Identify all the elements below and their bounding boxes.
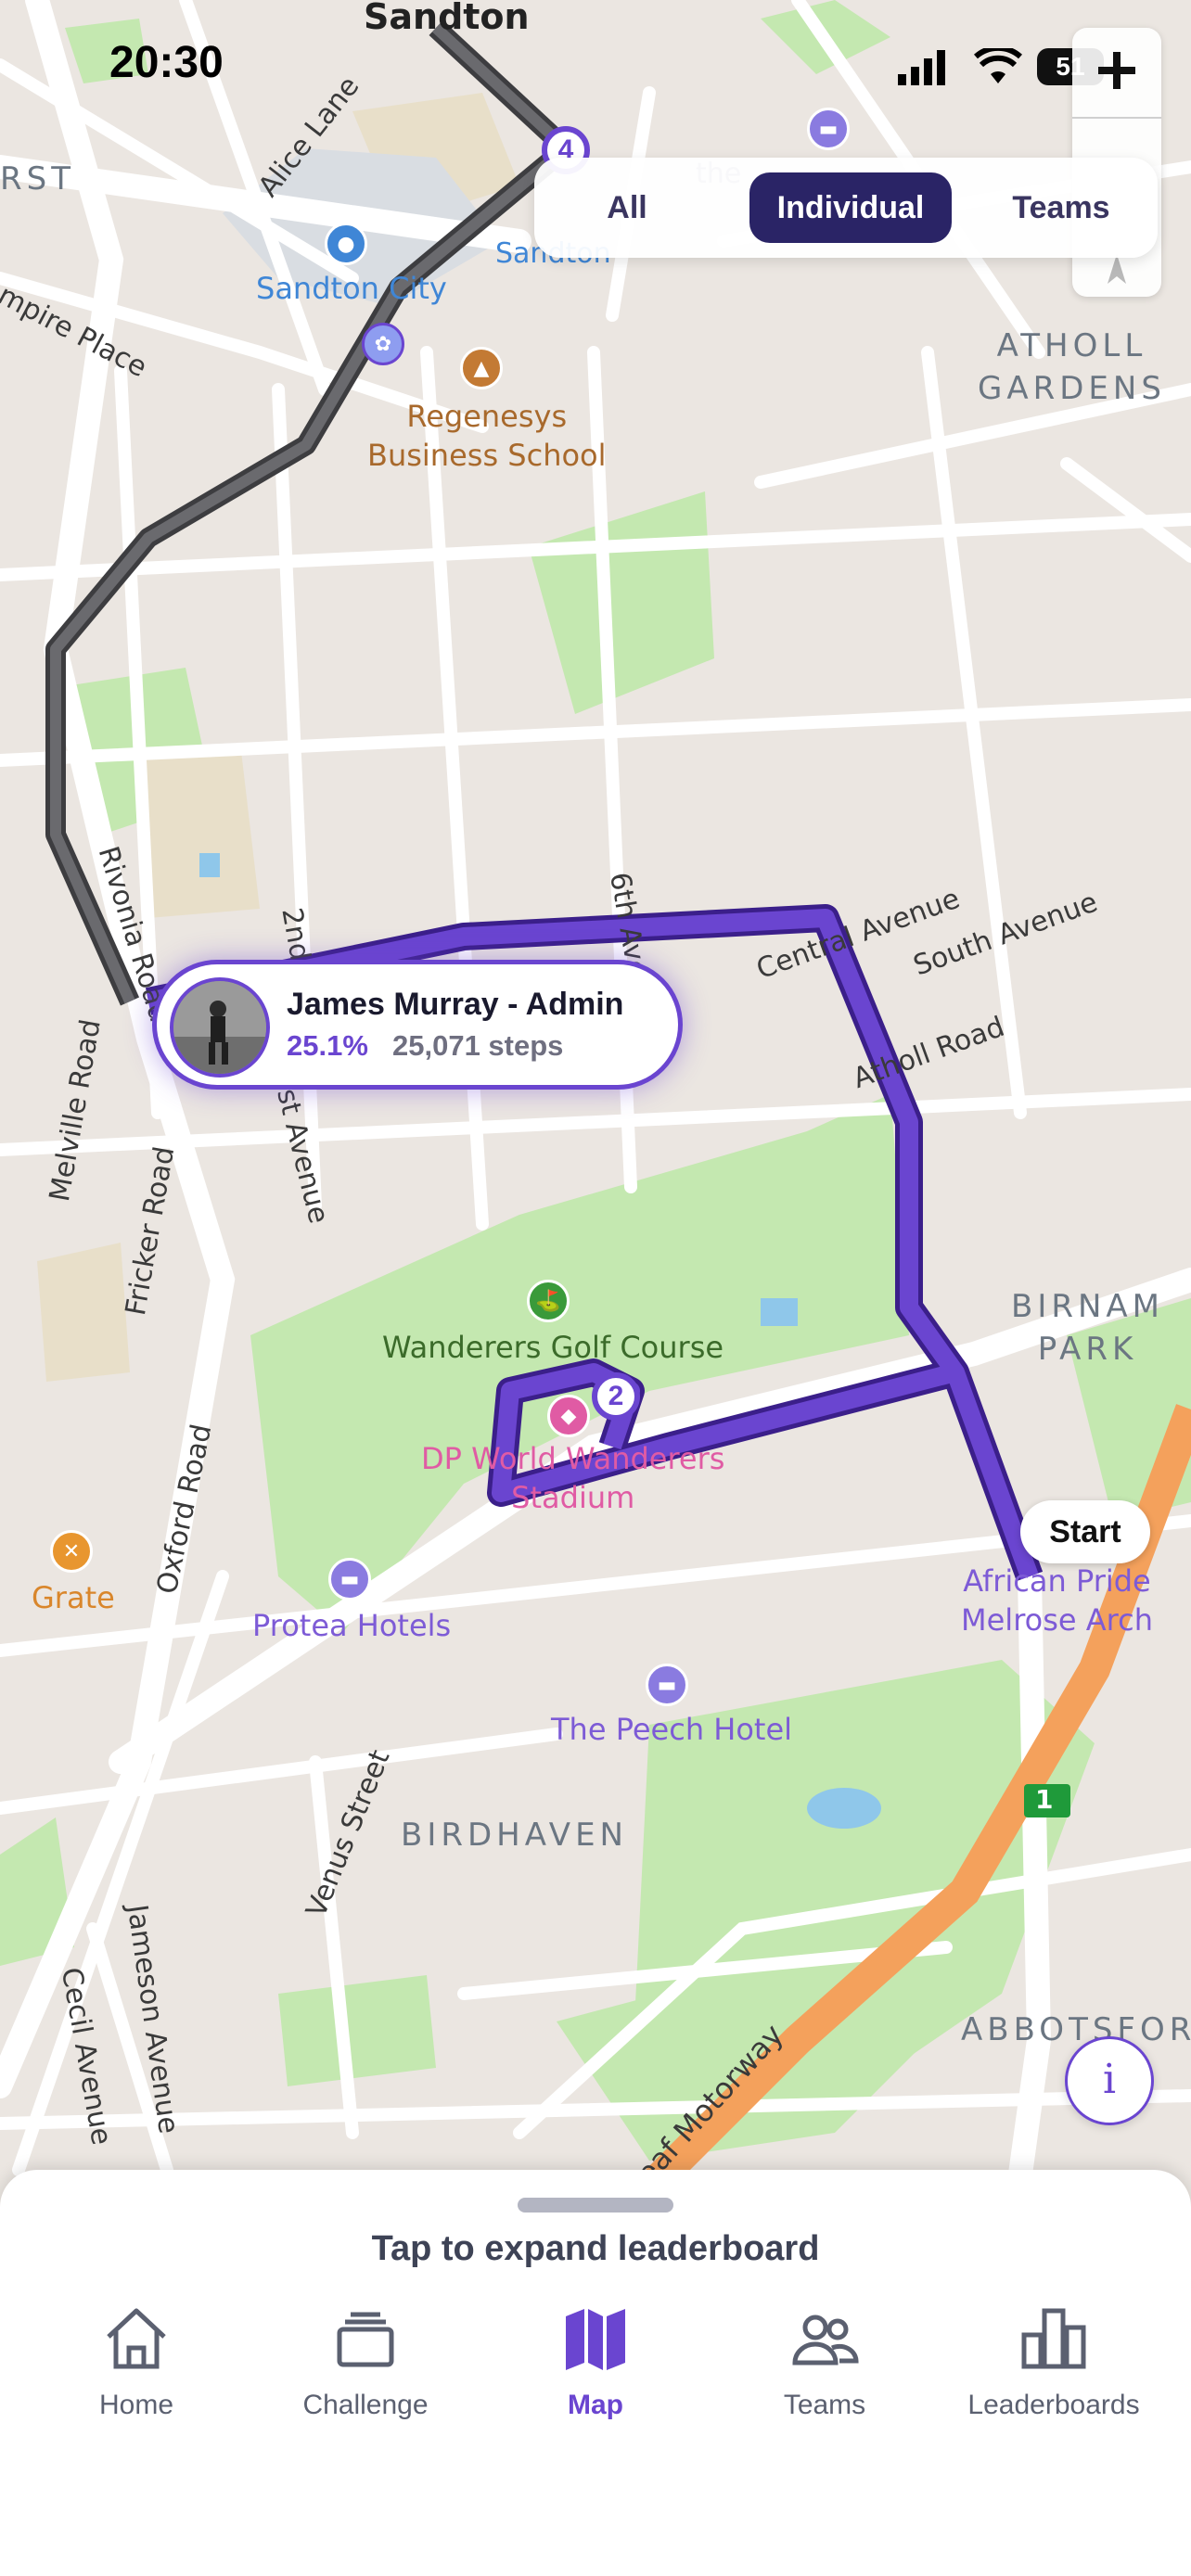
- label-atholl-gardens: ATHOLL GARDENS: [978, 327, 1166, 407]
- golf-icon: ⛳: [527, 1280, 570, 1322]
- label-regenesys[interactable]: Regenesys Business School: [367, 397, 607, 475]
- start-marker[interactable]: Start: [1020, 1500, 1150, 1563]
- wifi-icon: [974, 48, 1022, 83]
- tab-leaderboards-label: Leaderboards: [967, 2390, 1140, 2420]
- school-icon: ▲: [460, 347, 503, 389]
- label-peech-hotel[interactable]: The Peech Hotel: [551, 1712, 792, 1747]
- tab-bar: Home Challenge Map Teams Leaderboards: [0, 2281, 1191, 2576]
- tab-teams-label: Teams: [783, 2390, 866, 2420]
- label-dp-world[interactable]: DP World Wanderers Stadium: [421, 1439, 724, 1517]
- filter-segmented-control[interactable]: All Individual Teams: [534, 158, 1158, 258]
- label-african-pride[interactable]: African Pride Melrose Arch: [961, 1562, 1153, 1639]
- hotel-icon: ▬: [328, 1558, 371, 1600]
- bar-chart-icon: [1021, 2308, 1086, 2369]
- restaurant-icon: ✕: [50, 1530, 93, 1573]
- tab-teams[interactable]: Teams: [732, 2302, 917, 2421]
- label-birnam-park: BIRNAM PARK: [1011, 1288, 1165, 1368]
- status-time: 20:30: [109, 38, 224, 87]
- highway-shield-label: 1: [1035, 1784, 1054, 1815]
- participant-name: James Murray - Admin: [287, 987, 624, 1022]
- label-grate[interactable]: Grate: [32, 1580, 115, 1615]
- tab-home[interactable]: Home: [44, 2302, 229, 2421]
- zoom-in-icon[interactable]: [1095, 48, 1139, 93]
- tab-leaderboards[interactable]: Leaderboards: [961, 2302, 1146, 2421]
- participant-callout[interactable]: James Murray - Admin 25.1% 25,071 steps: [152, 960, 683, 1090]
- people-icon: [792, 2315, 859, 2366]
- label-abbotsford: ABBOTSFOR: [961, 2011, 1191, 2048]
- checkpoint-icon[interactable]: ✿: [362, 323, 404, 365]
- tab-challenge[interactable]: Challenge: [273, 2302, 458, 2421]
- shopping-bag-icon: ●: [325, 223, 367, 265]
- leaderboard-sheet[interactable]: Tap to expand leaderboard: [0, 2170, 1191, 2281]
- tab-map[interactable]: Map: [503, 2302, 688, 2421]
- stadium-icon: ◆: [547, 1395, 590, 1437]
- tab-home-label: Home: [98, 2390, 174, 2420]
- sheet-handle[interactable]: [518, 2198, 673, 2213]
- hotel-icon-2: ▬: [646, 1664, 688, 1706]
- filter-teams[interactable]: Teams: [978, 172, 1145, 243]
- filter-individual[interactable]: Individual: [749, 172, 952, 243]
- label-sandton-top: Sandton: [364, 0, 530, 37]
- participant-percent: 25.1%: [287, 1029, 368, 1062]
- label-wanderers-golf[interactable]: Wanderers Golf Course: [382, 1330, 724, 1365]
- sheet-expand-text[interactable]: Tap to expand leaderboard: [0, 2229, 1191, 2269]
- house-icon: [107, 2308, 166, 2369]
- label-birdhaven: BIRDHAVEN: [401, 1817, 628, 1854]
- info-button[interactable]: i: [1065, 2036, 1154, 2125]
- map-icon: [566, 2309, 625, 2370]
- label-protea-hotels[interactable]: Protea Hotels: [252, 1608, 451, 1643]
- avatar[interactable]: [170, 977, 270, 1078]
- label-sandton-city[interactable]: Sandton City: [256, 271, 447, 306]
- tab-challenge-label: Challenge: [302, 2390, 429, 2420]
- stack-icon: [337, 2312, 394, 2367]
- filter-all[interactable]: All: [553, 172, 701, 243]
- signal-icon: [898, 50, 945, 85]
- tab-map-label: Map: [568, 2390, 623, 2420]
- hotel-icon-3: ▬: [807, 108, 850, 150]
- route-marker-2[interactable]: 2: [592, 1372, 640, 1421]
- label-rst: RST: [0, 160, 75, 198]
- participant-steps: 25,071 steps: [392, 1029, 564, 1062]
